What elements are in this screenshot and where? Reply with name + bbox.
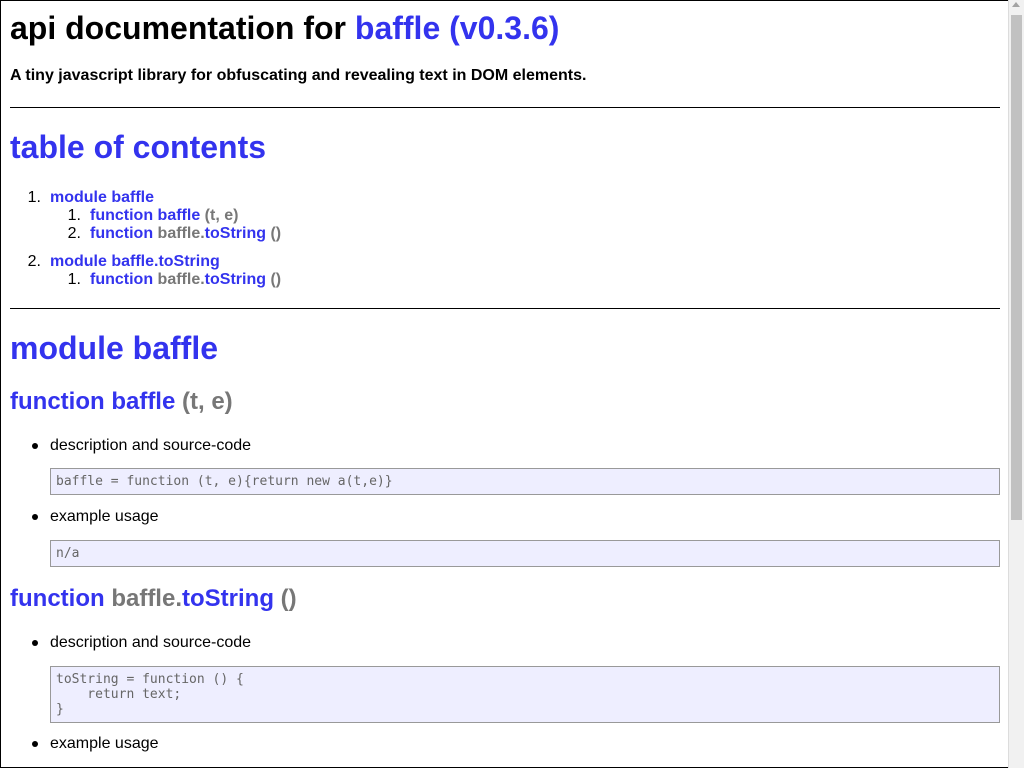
description-label: description and source-code — [50, 634, 252, 651]
module-heading[interactable]: module baffle — [10, 330, 218, 367]
toc-function-args: (t, e) — [204, 207, 239, 224]
page-title: api documentation for baffle (v0.3.6) — [10, 10, 559, 47]
source-code-block: baffle = function (t, e){return new a(t,… — [50, 468, 1000, 495]
toc-function-args: () — [270, 225, 282, 242]
vertical-scrollbar[interactable] — [1008, 0, 1024, 768]
toc-link-function-tostring[interactable]: function baffle.toString () — [90, 271, 281, 289]
function-heading-baffle[interactable]: function baffle (t, e) — [10, 388, 233, 416]
package-description: A tiny javascript library for obfuscatin… — [10, 67, 587, 84]
toc-function-prefix: baffle. — [157, 225, 205, 242]
example-code-block: n/a — [50, 540, 1000, 567]
toc-function-name: toString — [204, 225, 266, 242]
scroll-up-arrow-icon[interactable] — [1012, 2, 1020, 7]
toc-link-function-baffle[interactable]: function baffle (t, e) — [90, 207, 238, 225]
function-name: toString — [182, 585, 274, 612]
toc-function-name: toString — [204, 271, 266, 288]
divider — [10, 308, 1000, 309]
toc-heading: table of contents — [10, 129, 267, 165]
source-code-block: toString = function () { return text; } — [50, 666, 1000, 723]
toc-link-module-baffle-tostring[interactable]: module baffle.toString — [50, 253, 220, 271]
toc-number: 1. — [67, 271, 81, 288]
toc-function-prefix: baffle. — [157, 271, 205, 288]
function-keyword: function — [10, 585, 105, 612]
function-keyword: function — [10, 388, 105, 415]
package-link[interactable]: baffle (v0.3.6) — [355, 10, 560, 46]
toc-number: 1. — [67, 207, 81, 224]
toc-keyword: function — [90, 207, 154, 224]
scrollbar-thumb[interactable] — [1011, 15, 1022, 520]
function-prefix: baffle. — [111, 585, 182, 612]
toc-link-module-baffle[interactable]: module baffle — [50, 189, 154, 207]
function-name: baffle — [111, 388, 176, 415]
bullet — [32, 443, 38, 449]
toc-link-function-tostring[interactable]: function baffle.toString () — [90, 225, 281, 243]
toc-keyword: function — [90, 225, 154, 242]
document-viewport: api documentation for baffle (v0.3.6) A … — [0, 0, 1008, 768]
bullet — [32, 640, 38, 646]
toc-number: 2. — [27, 253, 41, 270]
divider — [10, 107, 1000, 108]
toc-number: 1. — [27, 189, 41, 206]
toc-function-args: () — [270, 271, 282, 288]
toc-keyword: function — [90, 271, 154, 288]
function-heading-tostring[interactable]: function baffle.toString () — [10, 585, 297, 613]
bullet — [32, 514, 38, 520]
toc-function-name: baffle — [157, 207, 201, 224]
bullet — [32, 741, 38, 747]
page-title-prefix: api documentation for — [10, 10, 355, 46]
function-args: (t, e) — [182, 388, 233, 415]
description-label: description and source-code — [50, 437, 252, 454]
example-label: example usage — [50, 508, 159, 525]
example-label: example usage — [50, 735, 159, 752]
toc-number: 2. — [67, 225, 81, 242]
function-args: () — [280, 585, 297, 612]
